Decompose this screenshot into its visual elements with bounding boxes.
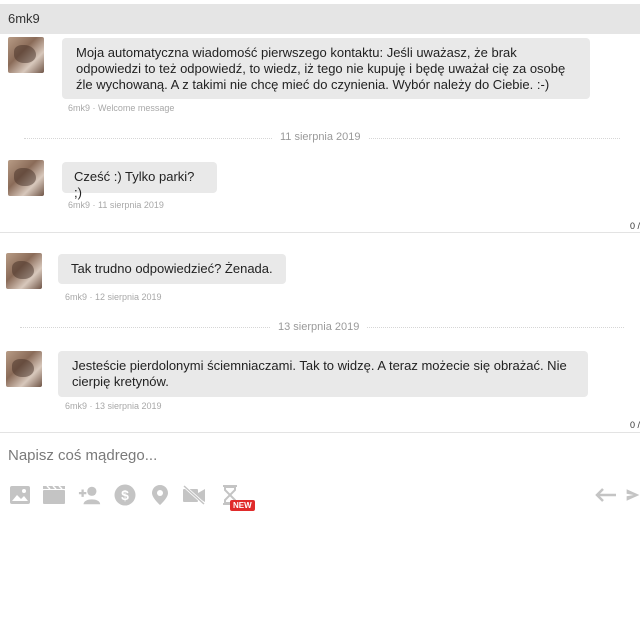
section-separator bbox=[0, 432, 640, 433]
send-icon[interactable] bbox=[626, 483, 640, 507]
message-text: Tak trudno odpowiedzieć? Żenada. bbox=[71, 261, 273, 276]
date-divider: 11 sierpnia 2019 bbox=[272, 131, 369, 143]
message-meta: 6mk9 · Welcome message bbox=[68, 103, 175, 113]
avatar[interactable] bbox=[8, 37, 44, 73]
undo-icon[interactable] bbox=[594, 483, 618, 507]
add-user-icon[interactable] bbox=[78, 483, 102, 507]
message-meta: 6mk9 · 12 sierpnia 2019 bbox=[65, 292, 162, 302]
chat-header: 6mk9 bbox=[0, 4, 640, 34]
date-divider: 13 sierpnia 2019 bbox=[270, 321, 368, 333]
message-meta: 6mk9 · 11 sierpnia 2019 bbox=[68, 200, 164, 210]
svg-text:$: $ bbox=[121, 487, 129, 503]
message-bubble: Cześć :) Tylko parki? ;) bbox=[62, 162, 217, 200]
section-separator bbox=[0, 232, 640, 233]
video-off-icon[interactable] bbox=[182, 483, 206, 507]
location-icon[interactable] bbox=[148, 483, 172, 507]
avatar[interactable] bbox=[6, 351, 42, 387]
message-meta: 6mk9 · 13 sierpnia 2019 bbox=[65, 401, 162, 411]
message-bubble: Tak trudno odpowiedzieć? Żenada. bbox=[58, 254, 286, 284]
message-bubble: Moja automatyczna wiadomość pierwszego k… bbox=[62, 38, 590, 99]
video-icon[interactable] bbox=[42, 483, 66, 507]
chat-title: 6mk9 bbox=[8, 11, 40, 26]
message-text: Moja automatyczna wiadomość pierwszego k… bbox=[76, 45, 566, 92]
reaction-counter: 0 / bbox=[629, 420, 640, 430]
avatar[interactable] bbox=[6, 253, 42, 289]
message-text: Cześć :) Tylko parki? ;) bbox=[74, 169, 195, 200]
dollar-icon[interactable]: $ bbox=[113, 483, 137, 507]
reaction-counter: 0 / bbox=[629, 221, 640, 231]
image-icon[interactable] bbox=[8, 483, 32, 507]
avatar[interactable] bbox=[8, 160, 44, 196]
message-input[interactable] bbox=[6, 444, 610, 466]
message-bubble: Jesteście pierdolonymi ściemniaczami. Ta… bbox=[58, 351, 588, 397]
message-text: Jesteście pierdolonymi ściemniaczami. Ta… bbox=[72, 358, 567, 389]
new-badge: NEW bbox=[230, 500, 255, 511]
